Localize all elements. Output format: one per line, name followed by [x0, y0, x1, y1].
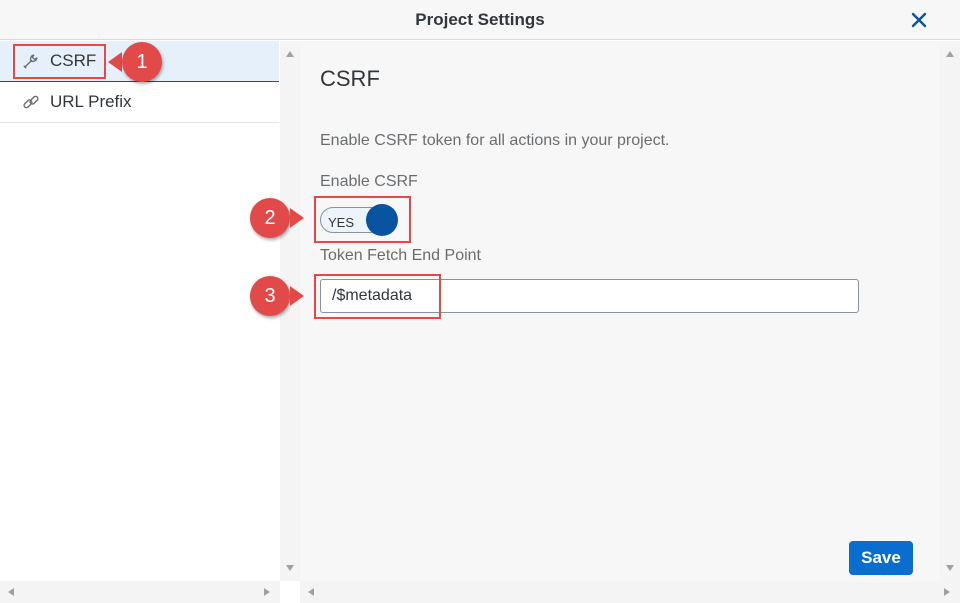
content-horizontal-scrollbar[interactable]	[300, 581, 960, 603]
scroll-down-arrow-icon[interactable]	[286, 565, 294, 571]
callout-pointer	[108, 52, 122, 72]
highlight-enable-switch	[314, 196, 411, 243]
scroll-right-arrow-icon[interactable]	[944, 588, 950, 596]
highlight-token-input	[314, 274, 441, 319]
scroll-right-arrow-icon[interactable]	[264, 588, 270, 596]
settings-nav: CSRF URL Prefix	[0, 41, 280, 581]
nav-item-label: URL Prefix	[50, 92, 132, 111]
scroll-up-arrow-icon[interactable]	[946, 51, 954, 57]
highlight-csrf-nav	[13, 44, 106, 79]
scroll-left-arrow-icon[interactable]	[8, 588, 14, 596]
section-title: CSRF	[320, 66, 380, 91]
enable-csrf-label: Enable CSRF	[320, 173, 418, 190]
callout-pointer	[290, 286, 304, 306]
save-button[interactable]: Save	[849, 541, 913, 575]
callout-badge-3: 3	[250, 276, 290, 316]
scroll-left-arrow-icon[interactable]	[308, 588, 314, 596]
dialog-header: Project Settings	[0, 0, 960, 40]
nav-horizontal-scrollbar[interactable]	[0, 581, 280, 603]
close-icon	[911, 12, 927, 28]
project-settings-dialog: Project Settings CSRF URL Prefix CSRF En…	[0, 0, 960, 603]
callout-pointer	[290, 208, 304, 228]
link-icon	[21, 92, 41, 112]
dialog-title: Project Settings	[415, 10, 545, 29]
scroll-down-arrow-icon[interactable]	[946, 565, 954, 571]
nav-item-url-prefix[interactable]: URL Prefix	[0, 82, 279, 123]
close-button[interactable]	[906, 8, 932, 32]
content-vertical-scrollbar[interactable]	[940, 41, 960, 581]
callout-badge-2: 2	[250, 198, 290, 238]
scroll-up-arrow-icon[interactable]	[286, 51, 294, 57]
callout-badge-1: 1	[122, 42, 162, 82]
token-endpoint-label: Token Fetch End Point	[320, 247, 481, 264]
section-description: Enable CSRF token for all actions in you…	[320, 132, 670, 149]
